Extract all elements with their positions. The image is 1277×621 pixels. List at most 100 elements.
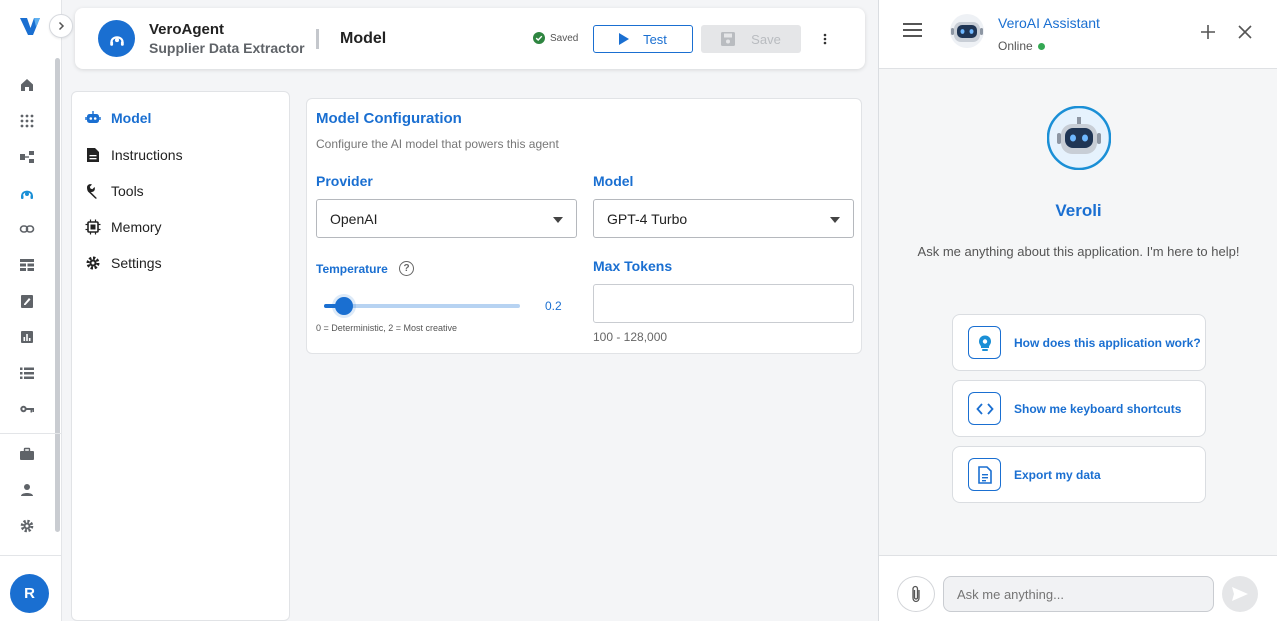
section-item-memory[interactable]: Memory <box>85 216 162 238</box>
suggestion-label: Export my data <box>1014 467 1101 482</box>
provider-label: Provider <box>316 173 373 189</box>
section-label: Tools <box>111 183 144 199</box>
suggestion-export-data[interactable]: Export my data <box>952 446 1206 503</box>
temperature-slider[interactable] <box>324 297 520 315</box>
status-text: Online <box>998 39 1033 53</box>
intro-text: Ask me anything about this application. … <box>917 244 1240 259</box>
section-label: Memory <box>111 219 162 235</box>
robot-icon <box>85 110 101 126</box>
more-options-button[interactable] <box>815 28 835 50</box>
section-label: Instructions <box>111 147 183 163</box>
gear-icon <box>85 255 101 271</box>
app-logo-icon[interactable] <box>18 14 42 38</box>
section-item-settings[interactable]: Settings <box>85 252 162 274</box>
agent-avatar <box>98 20 135 57</box>
table-icon <box>20 259 34 271</box>
assistant-status: Online <box>998 39 1045 53</box>
max-tokens-input[interactable] <box>593 284 854 323</box>
max-tokens-hint: 100 - 128,000 <box>593 330 668 344</box>
test-button[interactable]: Test <box>593 25 693 53</box>
nav-lists[interactable] <box>17 363 37 383</box>
nav-tables[interactable] <box>17 255 37 275</box>
provider-value: OpenAI <box>330 210 378 227</box>
bot-avatar-icon <box>950 14 984 48</box>
nav-apps[interactable] <box>17 111 37 131</box>
provider-select[interactable]: OpenAI <box>316 199 577 238</box>
agent-icon <box>21 190 33 199</box>
section-label: Model <box>111 110 152 126</box>
user-avatar[interactable]: R <box>10 574 49 613</box>
nav-home[interactable] <box>17 75 37 95</box>
home-icon <box>21 79 33 91</box>
lightbulb-gear-icon <box>968 326 1001 359</box>
nav-reports[interactable] <box>17 327 37 347</box>
nav-keys[interactable] <box>17 399 37 419</box>
chart-icon <box>21 331 33 343</box>
slider-thumb[interactable] <box>334 297 353 315</box>
model-value: GPT-4 Turbo <box>607 210 688 227</box>
slider-track <box>324 304 520 308</box>
temperature-hint: 0 = Deterministic, 2 = Most creative <box>316 323 458 333</box>
bot-hero-icon <box>1047 106 1111 170</box>
new-chat-button[interactable] <box>1199 22 1217 42</box>
suggestion-how-it-works[interactable]: How does this application work? <box>952 314 1206 371</box>
expand-rail-button[interactable] <box>49 14 73 38</box>
edit-note-icon <box>21 295 33 308</box>
help-icon[interactable]: ? <box>399 261 414 276</box>
gear-icon <box>20 519 34 533</box>
wrench-icon <box>85 183 101 199</box>
more-vertical-icon <box>823 33 827 45</box>
send-icon <box>1232 587 1248 601</box>
nav-forms[interactable] <box>17 291 37 311</box>
agent-name: VeroAgent <box>149 21 225 38</box>
chat-input[interactable] <box>943 576 1214 612</box>
agent-subtitle: Supplier Data Extractor <box>149 40 305 56</box>
link-icon <box>19 225 35 233</box>
nav-links[interactable] <box>17 219 37 239</box>
key-icon <box>20 405 34 413</box>
nav-users[interactable] <box>17 480 37 500</box>
agent-icon <box>109 35 124 46</box>
temperature-value: 0.2 <box>545 299 562 313</box>
dropdown-caret-icon <box>553 217 563 223</box>
chip-icon <box>85 219 101 235</box>
temperature-label: Temperature <box>316 262 388 276</box>
model-select[interactable]: GPT-4 Turbo <box>593 199 854 238</box>
send-button[interactable] <box>1222 576 1258 612</box>
section-item-tools[interactable]: Tools <box>85 180 144 202</box>
saved-status: Saved <box>533 32 578 44</box>
card-subtitle: Configure the AI model that powers this … <box>316 137 559 151</box>
model-label: Model <box>593 173 634 189</box>
test-label: Test <box>643 31 667 47</box>
dropdown-caret-icon <box>830 217 840 223</box>
online-dot-icon <box>1037 42 1045 50</box>
max-tokens-label: Max Tokens <box>593 258 673 274</box>
header-divider <box>316 29 319 49</box>
rail-scrollbar[interactable] <box>55 58 60 532</box>
close-panel-button[interactable] <box>1236 22 1254 42</box>
save-label: Save <box>751 31 781 47</box>
close-icon <box>1238 25 1252 39</box>
left-rail: R <box>0 0 73 621</box>
menu-icon[interactable] <box>903 23 923 41</box>
assistant-name: VeroAI Assistant <box>998 15 1100 31</box>
check-circle-icon <box>533 32 545 44</box>
save-button[interactable]: Save <box>701 25 801 53</box>
nav-settings[interactable] <box>17 516 37 536</box>
model-config-card: Model Configuration Configure the AI mod… <box>306 98 862 354</box>
section-item-instructions[interactable]: Instructions <box>85 144 183 166</box>
agent-header: VeroAgent Supplier Data Extractor Model … <box>75 8 865 69</box>
document-export-icon <box>968 458 1001 491</box>
nav-workflows[interactable] <box>17 147 37 167</box>
paperclip-icon <box>912 585 920 603</box>
suggestion-keyboard-shortcuts[interactable]: Show me keyboard shortcuts <box>952 380 1206 437</box>
attach-button[interactable] <box>897 576 935 612</box>
rail-divider <box>0 433 62 434</box>
nav-agents[interactable] <box>17 183 37 203</box>
suggestion-label: How does this application work? <box>1014 335 1201 350</box>
nav-integrations[interactable] <box>17 444 37 464</box>
section-item-model[interactable]: Model <box>85 107 151 129</box>
code-brackets-icon <box>968 392 1001 425</box>
bot-title: Veroli <box>1055 201 1102 220</box>
assistant-header: VeroAI Assistant Online <box>879 0 1277 69</box>
